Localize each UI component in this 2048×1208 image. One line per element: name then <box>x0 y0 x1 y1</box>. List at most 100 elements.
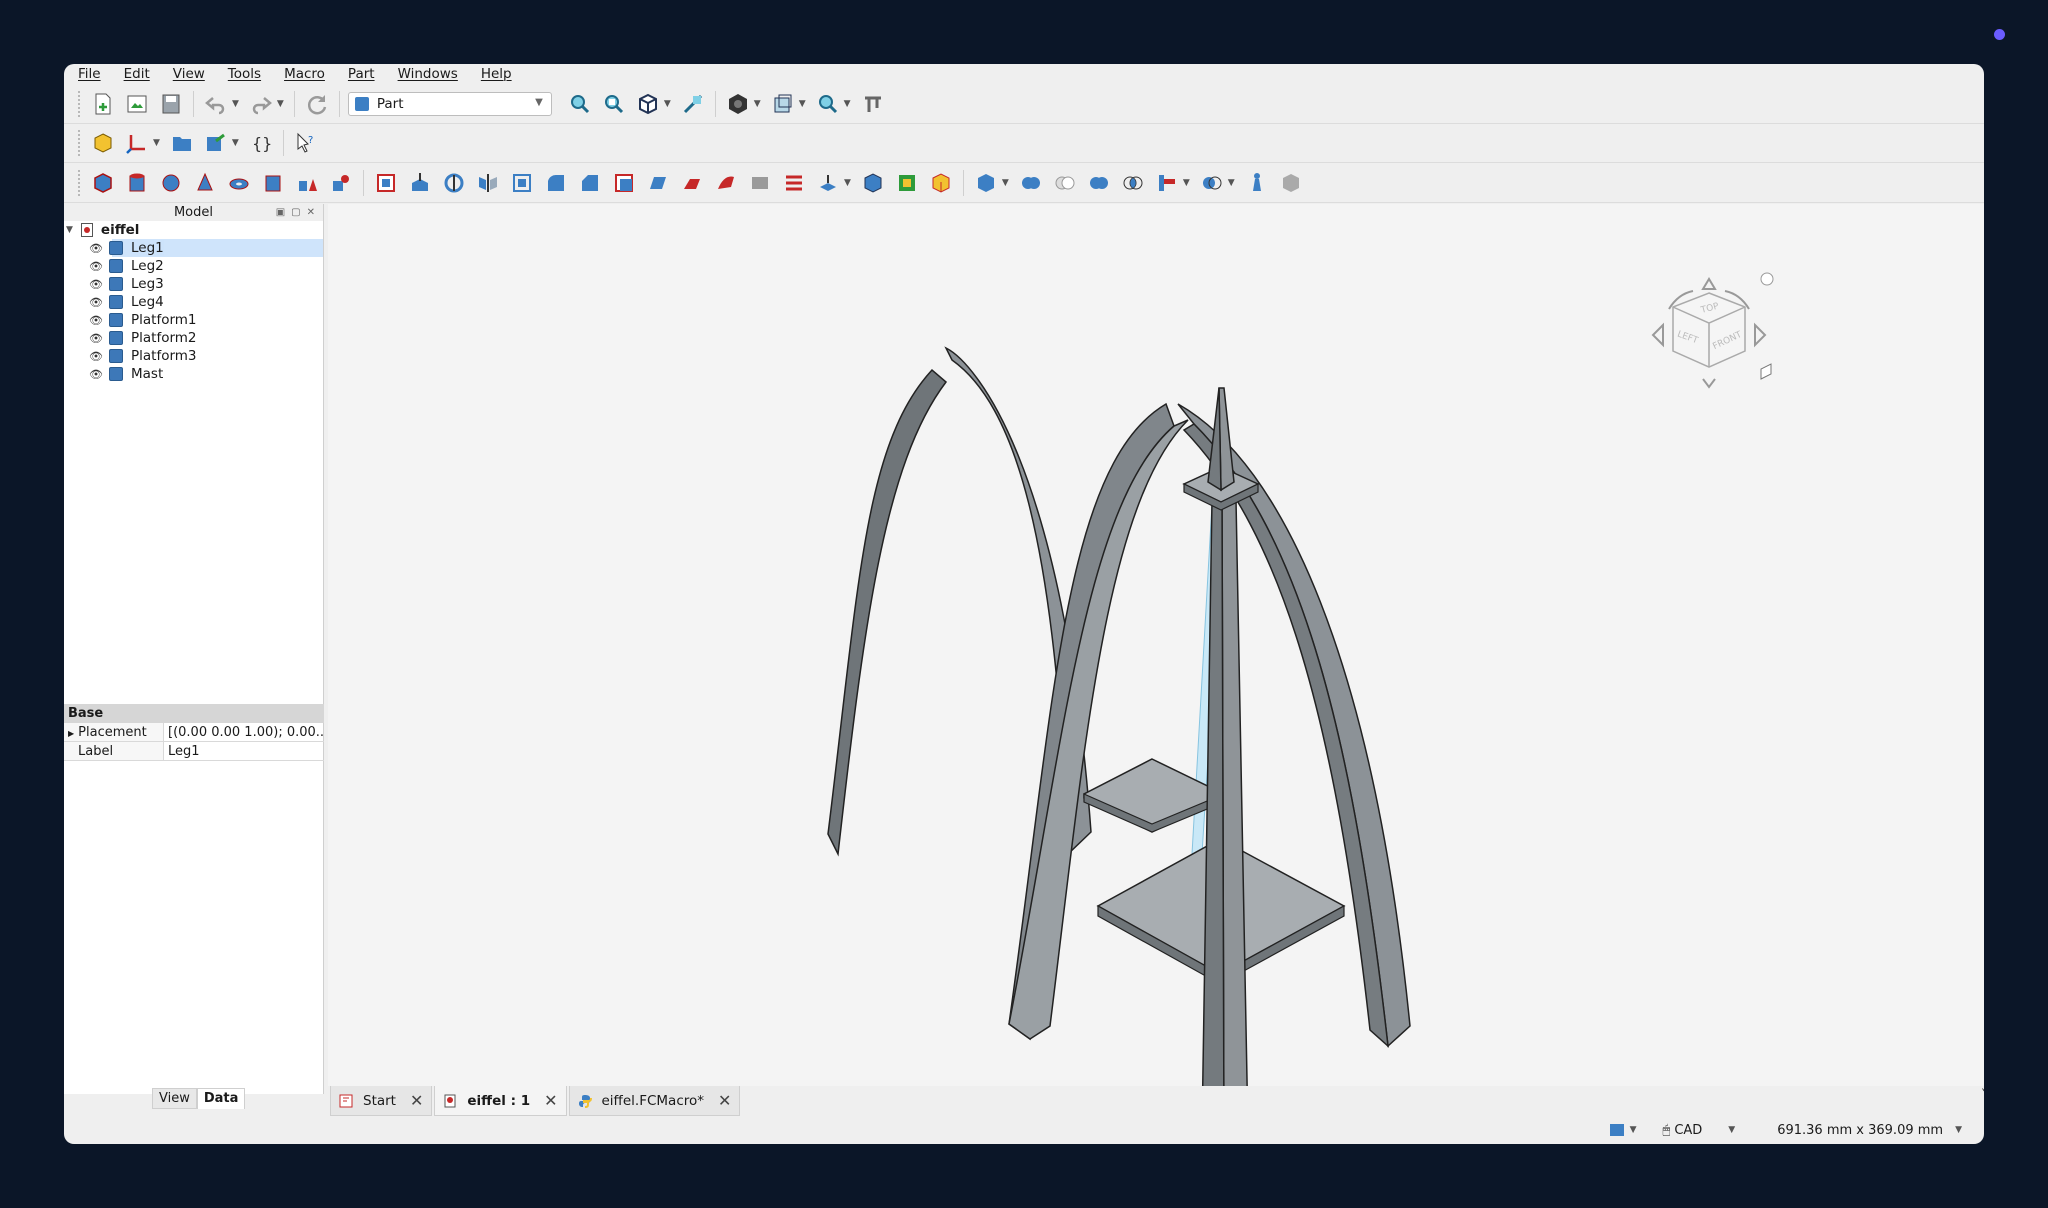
revolve-icon[interactable] <box>440 169 468 197</box>
tree-item-leg2[interactable]: 👁 Leg2 <box>64 257 323 275</box>
tree-item-platform1[interactable]: 👁 Platform1 <box>64 311 323 329</box>
menu-file[interactable]: File <box>78 66 101 82</box>
redo-icon[interactable] <box>247 90 275 118</box>
tab-view[interactable]: View <box>152 1088 197 1109</box>
draw-style-dropdown-icon[interactable]: ▼ <box>754 99 761 109</box>
nav-down-arrow-icon[interactable] <box>1702 378 1716 389</box>
tree-item-platform3[interactable]: 👁 Platform3 <box>64 347 323 365</box>
link-dropdown-icon[interactable]: ▼ <box>232 138 239 148</box>
datum-dropdown-icon[interactable]: ▼ <box>153 138 160 148</box>
mirror-icon[interactable] <box>474 169 502 197</box>
box-selection-icon[interactable] <box>769 90 797 118</box>
check-geometry-icon[interactable] <box>1243 169 1271 197</box>
tab-macro[interactable]: eiffel.FCMacro* ✕ <box>568 1086 741 1116</box>
link-icon[interactable] <box>202 129 230 157</box>
join-dropdown-icon[interactable]: ▼ <box>1183 178 1190 188</box>
chevron-down-icon[interactable]: ▼ <box>1955 1125 1962 1135</box>
tab-eiffel[interactable]: eiffel : 1 ✕ <box>434 1086 567 1116</box>
nav-menu-icon[interactable] <box>1760 272 1774 286</box>
close-icon[interactable]: ✕ <box>410 1091 423 1110</box>
property-row-placement[interactable]: ▶ Placement [(0.00 0.00 1.00); 0.00... <box>64 723 324 742</box>
redo-dropdown-icon[interactable]: ▼ <box>277 99 284 109</box>
mast[interactable] <box>1221 492 1248 1086</box>
tree-item-leg3[interactable]: 👁 Leg3 <box>64 275 323 293</box>
cube-icon[interactable] <box>89 169 117 197</box>
tube-icon[interactable] <box>259 169 287 197</box>
measure-zoom-icon[interactable] <box>814 90 842 118</box>
visibility-eye-icon[interactable]: 👁 <box>89 350 103 363</box>
menu-part[interactable]: Part <box>348 66 375 82</box>
collapse-arrow-icon[interactable]: ▼ <box>66 225 73 235</box>
section-icon[interactable] <box>746 169 774 197</box>
projection-icon[interactable] <box>893 169 921 197</box>
tab-data[interactable]: Data <box>196 1088 246 1109</box>
nav-left-arrow-icon[interactable] <box>1651 322 1664 348</box>
tree-item-mast[interactable]: 👁 Mast <box>64 365 323 383</box>
defeaturing-icon[interactable] <box>1277 169 1305 197</box>
property-row-label[interactable]: Label Leg1 <box>64 742 324 761</box>
make-face-icon[interactable] <box>610 169 638 197</box>
toolbar-grip[interactable] <box>78 169 81 196</box>
shape-builder-icon[interactable] <box>327 169 355 197</box>
visibility-eye-icon[interactable]: 👁 <box>89 278 103 291</box>
property-value[interactable]: [(0.00 0.00 1.00); 0.00... <box>164 723 324 741</box>
small-cube-icon[interactable] <box>1760 363 1772 380</box>
offset-icon[interactable] <box>814 169 842 197</box>
workbench-selector[interactable]: Part ▼ <box>347 91 552 116</box>
split-dropdown-icon[interactable]: ▼ <box>1228 178 1235 188</box>
variable-set-icon[interactable]: {} <box>247 129 275 157</box>
navigation-cube[interactable]: TOP FRONT LEFT <box>1649 269 1779 399</box>
panel-window-buttons[interactable]: ▣▢✕ <box>276 204 321 221</box>
cylinder-icon[interactable] <box>123 169 151 197</box>
measure-distance-icon[interactable] <box>859 90 887 118</box>
primitives-icon[interactable] <box>293 169 321 197</box>
measure-dropdown-icon[interactable]: ▼ <box>844 99 851 109</box>
view-dropdown-icon[interactable]: ▼ <box>664 99 671 109</box>
visibility-eye-icon[interactable]: 👁 <box>89 314 103 327</box>
draw-style-icon[interactable] <box>724 90 752 118</box>
common-icon[interactable] <box>1119 169 1147 197</box>
compound-dropdown-icon[interactable]: ▼ <box>1002 178 1009 188</box>
cross-sections-icon[interactable] <box>780 169 808 197</box>
scale-icon[interactable] <box>508 169 536 197</box>
visibility-eye-icon[interactable]: 👁 <box>89 260 103 273</box>
tree-document-row[interactable]: ▼ eiffel <box>64 221 323 239</box>
compound-icon[interactable] <box>972 169 1000 197</box>
visibility-eye-icon[interactable]: 👁 <box>89 296 103 309</box>
menu-windows[interactable]: Windows <box>398 66 458 82</box>
split-icon[interactable] <box>1198 169 1226 197</box>
new-document-icon[interactable] <box>89 90 117 118</box>
join-features-icon[interactable] <box>1153 169 1181 197</box>
offset-dropdown-icon[interactable]: ▼ <box>844 178 851 188</box>
nav-right-arrow-icon[interactable] <box>1754 322 1767 348</box>
save-document-icon[interactable] <box>157 90 185 118</box>
property-value[interactable]: Leg1 <box>164 742 324 760</box>
navigation-style-selector[interactable]: 🖱 CAD ▼ <box>1663 1123 1736 1138</box>
menu-macro[interactable]: Macro <box>284 66 325 82</box>
fit-selection-icon[interactable] <box>600 90 628 118</box>
open-document-icon[interactable] <box>123 90 151 118</box>
color-per-face-icon[interactable] <box>927 169 955 197</box>
sweep-icon[interactable] <box>712 169 740 197</box>
ruled-surface-icon[interactable] <box>644 169 672 197</box>
tab-start[interactable]: Start ✕ <box>330 1086 433 1116</box>
fillet-icon[interactable] <box>542 169 570 197</box>
menu-tools[interactable]: Tools <box>228 66 261 82</box>
cone-icon[interactable] <box>191 169 219 197</box>
cut-icon[interactable] <box>1051 169 1079 197</box>
toolbar-grip[interactable] <box>78 90 81 117</box>
extrude-icon[interactable] <box>372 169 400 197</box>
visibility-eye-icon[interactable]: 👁 <box>89 368 103 381</box>
close-icon[interactable]: ✕ <box>544 1091 557 1110</box>
isometric-view-icon[interactable] <box>634 90 662 118</box>
create-group-icon[interactable] <box>168 129 196 157</box>
menu-help[interactable]: Help <box>481 66 512 82</box>
thickness-icon[interactable] <box>859 169 887 197</box>
tree-item-leg4[interactable]: 👁 Leg4 <box>64 293 323 311</box>
boolean-icon[interactable] <box>1017 169 1045 197</box>
bounding-box-icon[interactable] <box>679 90 707 118</box>
create-part-icon[interactable] <box>89 129 117 157</box>
visibility-eye-icon[interactable]: 👁 <box>89 332 103 345</box>
menu-edit[interactable]: Edit <box>124 66 150 82</box>
chamfer-icon[interactable] <box>576 169 604 197</box>
